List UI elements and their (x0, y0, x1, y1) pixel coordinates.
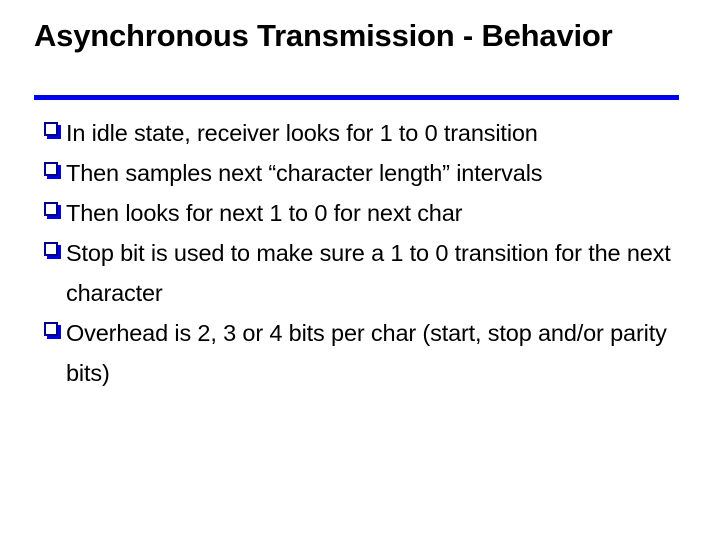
title-underline-rule (34, 95, 679, 100)
list-item: Stop bit is used to make sure a 1 to 0 t… (40, 233, 688, 313)
bullet-list: In idle state, receiver looks for 1 to 0… (40, 113, 688, 393)
page-title: Asynchronous Transmission - Behavior (34, 18, 613, 53)
list-item-label: Stop bit is used to make sure a 1 to 0 t… (66, 240, 671, 306)
hollow-square-bullet-icon (44, 122, 58, 136)
list-item: Then samples next “character length” int… (40, 153, 688, 193)
list-item: In idle state, receiver looks for 1 to 0… (40, 113, 688, 153)
list-item-label: Then looks for next 1 to 0 for next char (66, 200, 463, 226)
hollow-square-bullet-icon (44, 162, 58, 176)
slide-canvas: Asynchronous Transmission - Behavior In … (0, 0, 720, 540)
hollow-square-bullet-icon (44, 322, 58, 336)
list-item-label: Then samples next “character length” int… (66, 160, 543, 186)
list-item: Overhead is 2, 3 or 4 bits per char (sta… (40, 313, 688, 393)
list-item-label: Overhead is 2, 3 or 4 bits per char (sta… (66, 320, 667, 386)
hollow-square-bullet-icon (44, 242, 58, 256)
slide-title-block: Asynchronous Transmission - Behavior (34, 18, 680, 54)
hollow-square-bullet-icon (44, 202, 58, 216)
list-item: Then looks for next 1 to 0 for next char (40, 193, 688, 233)
list-item-label: In idle state, receiver looks for 1 to 0… (66, 120, 538, 146)
